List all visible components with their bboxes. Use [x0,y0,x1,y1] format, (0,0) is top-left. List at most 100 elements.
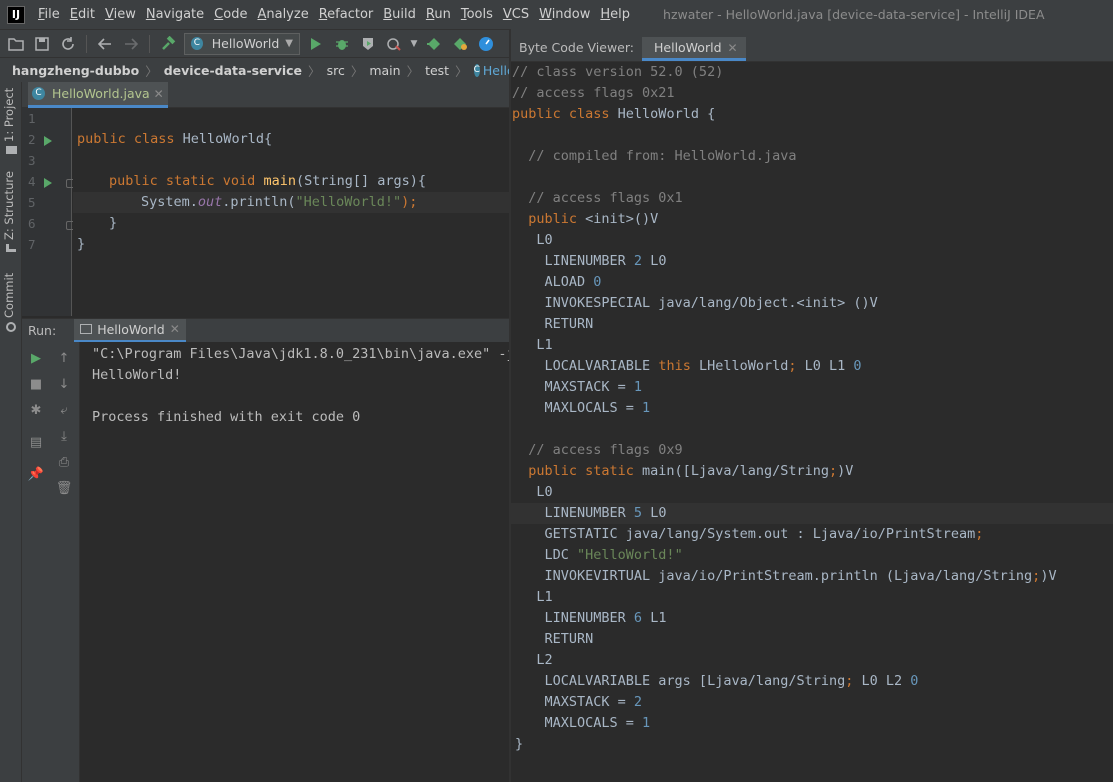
run-panel-toolbar: ▶ ↑ ■ ↓ ✱ ⤶ ▤ ⤓ ⎙ 📌 🗑 [22,342,80,782]
menu-refactor[interactable]: Refactor [314,7,379,22]
code-token: LINENUMBER [512,505,634,521]
run-gutter-icon[interactable] [44,136,52,146]
pin-icon[interactable]: 📌 [28,466,44,482]
menu-code[interactable]: Code [209,7,252,22]
close-icon[interactable]: ✕ [154,87,164,101]
console-line: HelloWorld! [92,367,182,383]
run-with-coverage-icon[interactable] [358,34,378,54]
breadcrumb-class[interactable]: HelloWorld [483,63,510,78]
bytecode-viewer-title: Byte Code Viewer: [519,40,634,55]
run-configuration-selector[interactable]: C HelloWorld ▼ [184,32,300,55]
soft-wrap-icon[interactable]: ⤶ [56,402,72,418]
menu-edit[interactable]: Edit [65,7,100,22]
code-token: ; [975,526,984,542]
bytecode-line: // access flags 0x9 [512,442,683,458]
speedometer-icon[interactable] [476,34,496,54]
menu-view[interactable]: View [100,7,141,22]
menu-build[interactable]: Build [378,7,421,22]
run-config-label: HelloWorld [211,36,280,51]
code-token: main [263,173,296,189]
bytecode-tab-label: HelloWorld [654,40,722,55]
breadcrumb: hangzheng-dubbo 〉 device-data-service 〉 … [0,57,510,82]
code-line-6: } [109,213,117,234]
scroll-down-arrow-icon[interactable]: ↓ [56,376,72,392]
tab-commit[interactable]: Commit [2,273,16,318]
breadcrumb-module[interactable]: device-data-service [164,63,302,78]
code-token: <init>()V [585,211,659,227]
run-console[interactable]: "C:\Program Files\Java\jdk1.8.0_231\bin\… [80,342,510,782]
breadcrumb-project[interactable]: hangzheng-dubbo [12,63,139,78]
run-tab-helloworld[interactable]: HelloWorld ✕ [74,318,186,343]
run-gutter-icon[interactable] [44,178,52,188]
code-token: L1 [642,610,667,626]
menu-analyze[interactable]: Analyze [252,7,313,22]
console-line: "C:\Program Files\Java\jdk1.8.0_231\bin\… [92,346,510,362]
profiler-icon[interactable] [384,34,404,54]
code-token: L0 [642,505,667,521]
code-token: "HelloWorld!" [577,547,683,563]
breadcrumb-src[interactable]: src [327,63,345,78]
print-icon[interactable]: ⎙ [56,454,72,470]
code-token: 1 [642,715,651,731]
editor-tab-bar: C HelloWorld.java ✕ [22,82,510,108]
bytecode-line: L0 [512,484,553,500]
tab-structure[interactable]: Z: Structure [2,171,16,240]
forward-arrow-icon[interactable] [121,34,141,54]
code-token: .println( [222,194,296,210]
back-arrow-icon[interactable] [95,34,115,54]
menu-run[interactable]: Run [421,7,456,22]
trash-icon[interactable]: 🗑 [56,480,73,496]
debug-icon[interactable] [332,34,352,54]
code-token: L0 L1 [796,358,854,374]
bytecode-line: L1 [512,589,553,605]
toolbar-separator [86,34,87,53]
build-hammer-icon[interactable] [158,34,178,54]
stop-icon[interactable]: ■ [28,376,44,392]
menu-navigate[interactable]: Navigate [141,7,209,22]
bytecode-line: // compiled from: HelloWorld.java [512,148,797,164]
run-icon[interactable] [306,34,326,54]
bytecode-line: LDC "HelloWorld!" [512,545,683,566]
code-line-2: public class HelloWorld{ [77,129,272,150]
editor-tab-label: HelloWorld.java [52,86,150,101]
code-token: this [658,358,691,374]
close-icon[interactable]: ✕ [170,322,180,336]
menu-vcs[interactable]: VCS [498,7,534,22]
menu-help[interactable]: Help [595,7,635,22]
rerun-icon[interactable]: ▶ [28,350,44,366]
bytecode-content[interactable]: // class version 52.0 (52) // access fla… [511,62,1113,782]
code-editor[interactable]: public class HelloWorld{ public static v… [73,108,510,316]
close-icon[interactable]: ✕ [728,41,738,55]
menu-tools[interactable]: Tools [456,7,498,22]
bytecode-viewer-header: Byte Code Viewer: HelloWorld ✕ [511,29,1113,62]
save-icon[interactable] [32,34,52,54]
code-line-7: } [77,234,85,255]
layout-icon[interactable]: ▤ [28,434,44,450]
code-token: )V [1040,568,1057,584]
refresh-icon[interactable] [58,34,78,54]
line-number: 7 [28,237,36,252]
deploy-icon[interactable] [450,34,470,54]
chevron-down-icon[interactable]: ▼ [410,34,418,54]
bytecode-line: INVOKESPECIAL java/lang/Object.<init> ()… [512,295,878,311]
tab-project[interactable]: 1: Project [2,88,16,142]
update-app-icon[interactable] [424,34,444,54]
bytecode-line: L1 [512,337,553,353]
scroll-to-end-icon[interactable]: ⤓ [56,428,72,444]
breadcrumb-main[interactable]: main [369,63,400,78]
debug-bug-icon[interactable]: ✱ [28,402,44,418]
code-token: ALOAD [512,274,594,290]
scroll-up-arrow-icon[interactable]: ↑ [56,350,72,366]
tab-helloworld-java[interactable]: C HelloWorld.java ✕ [28,82,168,108]
breadcrumb-test[interactable]: test [425,63,449,78]
menu-window[interactable]: Window [534,7,595,22]
code-token: 1 [633,379,643,395]
menu-file[interactable]: File [33,7,65,22]
open-folder-icon[interactable] [6,34,26,54]
bytecode-tab-helloworld[interactable]: HelloWorld ✕ [642,37,746,61]
bytecode-line: MAXSTACK = 1 [512,377,643,398]
bytecode-line: LINENUMBER 2 L0 [512,251,667,272]
code-token: } [77,236,86,252]
bytecode-line: } [515,736,524,752]
code-token: 0 [853,358,862,374]
